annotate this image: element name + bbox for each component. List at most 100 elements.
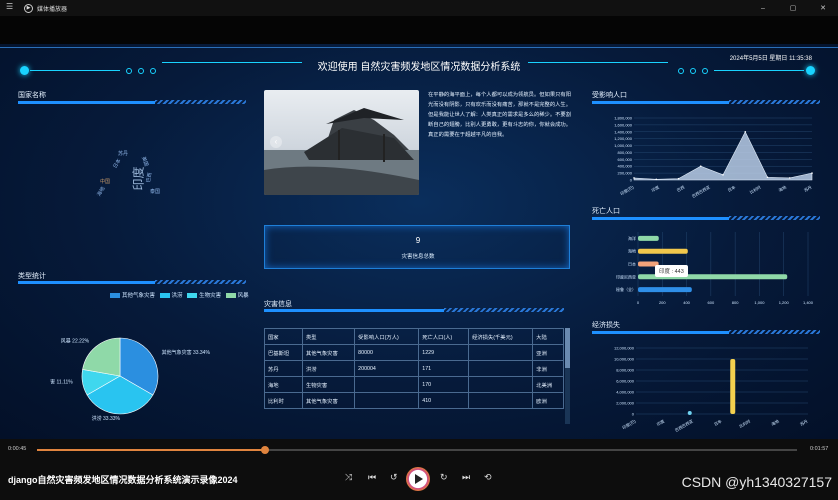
table-row[interactable]: 比利时 其他气象灾害 410 欧洲 <box>264 392 564 409</box>
total-count-value: 9 <box>415 236 421 245</box>
previous-icon[interactable]: ⏮ <box>368 472 376 483</box>
dashboard: 欢迎使用 自然灾害频发地区情况数据分析系统 2024年5月5日 星期日 11:3… <box>0 44 838 439</box>
y-tick-label: 200,000 <box>618 171 633 176</box>
table-header-cell: 大陆 <box>532 328 564 345</box>
area-point[interactable] <box>699 165 702 168</box>
table-cell: 410 <box>418 392 470 409</box>
x-tick-label: 0 <box>637 300 640 305</box>
table-cell <box>468 392 534 409</box>
table-cell <box>468 344 534 361</box>
shuffle-icon[interactable]: ⤨ <box>345 472 352 483</box>
area-point[interactable] <box>744 130 747 133</box>
legend-label: 洪涝 <box>171 293 183 299</box>
image-carousel[interactable]: ‹ <box>264 90 419 195</box>
total-count-label: 灾害信息总数 <box>401 254 435 260</box>
close-button[interactable]: ✕ <box>808 0 838 16</box>
death-tooltip: 印度 : 443 <box>655 265 688 277</box>
table-header-cell: 类型 <box>301 328 356 345</box>
pie-label: 其他气象灾害 33.34% <box>162 349 211 356</box>
table-header-cell: 经济损失(千美元) <box>468 328 534 345</box>
table-cell <box>354 392 420 409</box>
y-tick-label: 海洋 <box>628 235 636 241</box>
y-tick-label: 0 <box>630 178 633 183</box>
table-cell: 欧洲 <box>532 392 564 409</box>
header-decoration-left <box>20 62 310 76</box>
type-section-title: 类型统计 <box>18 273 46 280</box>
x-tick-label: 1,200 <box>779 300 790 305</box>
y-tick-label: 2,000,000 <box>616 401 635 406</box>
x-tick-label: 400 <box>683 300 690 305</box>
table-cell: 80000 <box>354 344 420 361</box>
x-tick-label: 印度 <box>650 184 660 193</box>
next-icon[interactable]: ⏭ <box>462 472 470 483</box>
y-tick-label: 1,000,000 <box>614 143 633 148</box>
y-tick-label: 400,000 <box>618 164 633 169</box>
area-point[interactable] <box>766 176 769 179</box>
x-tick-label: 巴西巴西亚 <box>691 185 711 199</box>
economic-bar[interactable] <box>730 359 736 414</box>
datetime: 2024年5月5日 星期日 11:35:38 <box>729 56 812 62</box>
economic-section-bar <box>592 330 820 334</box>
header-decoration-right <box>528 62 818 76</box>
y-tick-label: 1,800,000 <box>614 116 633 121</box>
y-tick-label: 日本 <box>628 261 636 267</box>
y-tick-label: 600,000 <box>618 157 633 162</box>
area-point[interactable] <box>633 177 635 179</box>
x-tick-label: 600 <box>708 300 715 305</box>
legend-label: 风暴 <box>237 293 249 299</box>
table-scrollbar[interactable] <box>565 328 570 424</box>
death-bar[interactable] <box>638 287 692 293</box>
word-sudan: 苏丹 <box>118 151 129 157</box>
economic-point[interactable] <box>687 411 692 415</box>
repeat-icon[interactable]: ⟲ <box>484 472 492 483</box>
area-point[interactable] <box>788 177 791 179</box>
y-tick-label: 海地 <box>628 248 636 254</box>
pie-label: 风暴 22.22% <box>61 337 90 344</box>
area-point[interactable] <box>722 174 724 176</box>
y-tick-label: 0 <box>632 412 635 417</box>
disaster-table-wrap[interactable]: 国家 类型 受影响人口(万人) 死亡人口(人) 经济损失(千美元) 大陆 巴基斯坦 其他气象… <box>264 328 570 424</box>
death-bar[interactable] <box>638 235 659 241</box>
pie-label: 洪涝 33.33% <box>92 415 121 422</box>
table-cell: 171 <box>418 360 470 377</box>
x-tick-label: 日本 <box>713 418 723 427</box>
window-titlebar: ☰ ▶ 媒体播放器 – ▢ ✕ <box>0 0 838 16</box>
x-tick-label: 海地 <box>770 418 780 427</box>
country-section-title: 国家名称 <box>18 92 46 99</box>
rewind-icon[interactable]: ↺ <box>390 472 398 483</box>
total-count-panel: 9 灾害信息总数 <box>264 225 570 269</box>
minimize-button[interactable]: – <box>748 0 778 16</box>
death-bar[interactable] <box>638 248 688 254</box>
disaster-table: 国家 类型 受影响人口(万人) 死亡人口(人) 经济损失(千美元) 大陆 巴基斯坦 其他气象… <box>264 328 564 409</box>
play-button[interactable] <box>406 467 430 491</box>
x-tick-label: 巴西巴西亚 <box>674 419 694 433</box>
app-title: 媒体播放器 <box>37 6 68 13</box>
disaster-section-bar <box>264 308 564 312</box>
forward-icon[interactable]: ↻ <box>440 472 448 483</box>
area-point[interactable] <box>655 178 658 181</box>
table-row[interactable]: 巴基斯坦 其他气象灾害 80000 1229 亚洲 <box>264 344 564 361</box>
menu-icon[interactable]: ☰ <box>6 2 13 11</box>
affected-section-bar <box>592 100 820 104</box>
pavilion-image <box>264 108 419 195</box>
x-tick-label: 苏丹 <box>803 184 813 193</box>
carousel-prev-icon[interactable]: ‹ <box>270 136 282 148</box>
table-row[interactable]: 海地 生物灾害 170 北美洲 <box>264 376 564 393</box>
type-section-bar <box>18 280 246 284</box>
maximize-button[interactable]: ▢ <box>778 0 808 16</box>
x-tick-label: 印度(巴) <box>619 183 635 196</box>
pie-label: 生物灾害 11.11% <box>50 379 73 386</box>
description-text: 在平静的海平面上，每个人都可以成为领航员。但如果只有阳光而没有阴影，只有欢乐而没… <box>428 92 572 138</box>
y-tick-label: 800,000 <box>618 150 633 155</box>
table-cell: 苏丹 <box>264 360 303 377</box>
table-cell: 200004 <box>354 360 420 377</box>
seek-bar[interactable] <box>37 446 797 454</box>
table-row[interactable]: 苏丹 洪涝 200004 171 非洲 <box>264 360 564 377</box>
video-letterbox-top <box>0 16 838 44</box>
area-point[interactable] <box>811 172 813 174</box>
seek-knob[interactable] <box>261 446 269 454</box>
table-cell: 海地 <box>264 376 303 393</box>
area-point[interactable] <box>677 177 680 180</box>
table-cell: 亚洲 <box>532 344 564 361</box>
x-tick-label: 比利时 <box>738 418 751 429</box>
